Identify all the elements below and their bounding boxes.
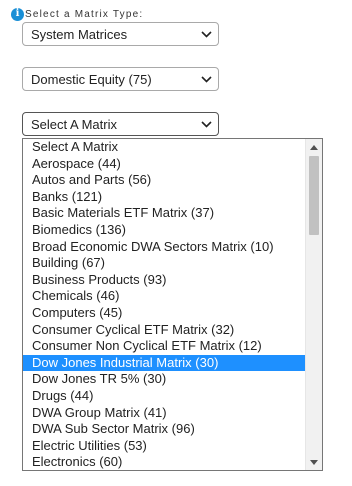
- matrix-option[interactable]: Consumer Non Cyclical ETF Matrix (12): [23, 338, 305, 355]
- matrix-select[interactable]: Select A Matrix: [22, 112, 219, 136]
- matrix-option[interactable]: Banks (121): [23, 189, 305, 206]
- matrix-category-value: Domestic Equity (75): [31, 71, 152, 87]
- matrix-category-select[interactable]: Domestic Equity (75): [22, 67, 219, 91]
- matrix-option[interactable]: Biomedics (136): [23, 222, 305, 239]
- matrix-type-select[interactable]: System Matrices: [22, 22, 219, 46]
- scroll-up-arrow-icon[interactable]: [306, 139, 322, 155]
- matrix-option[interactable]: Chemicals (46): [23, 288, 305, 305]
- matrix-option[interactable]: DWA Sub Sector Matrix (96): [23, 421, 305, 438]
- matrix-type-value: System Matrices: [31, 26, 128, 42]
- matrix-option[interactable]: Business Products (93): [23, 272, 305, 289]
- info-icon[interactable]: i: [11, 7, 24, 21]
- scroll-down-arrow-icon[interactable]: [306, 454, 322, 470]
- matrix-dropdown-list[interactable]: Select A Matrix Aerospace (44) Autos and P…: [22, 138, 323, 471]
- matrix-type-label: Select a Matrix Type:: [25, 8, 144, 20]
- matrix-option[interactable]: Aerospace (44): [23, 156, 305, 173]
- scrollbar[interactable]: [305, 139, 322, 470]
- matrix-option[interactable]: Broad Economic DWA Sectors Matrix (10): [23, 239, 305, 256]
- chevron-down-icon: [201, 75, 212, 83]
- chevron-down-icon: [201, 120, 212, 128]
- matrix-option[interactable]: Select A Matrix: [23, 139, 305, 156]
- matrix-option[interactable]: Consumer Cyclical ETF Matrix (32): [23, 322, 305, 339]
- matrix-options: Select A Matrix Aerospace (44) Autos and P…: [23, 139, 305, 470]
- matrix-option[interactable]: Dow Jones Industrial Matrix (30): [23, 354, 305, 372]
- matrix-selector-panel: i Select a Matrix Type: System Matrices …: [0, 0, 352, 486]
- scrollbar-thumb[interactable]: [309, 156, 319, 235]
- matrix-option[interactable]: Electric Utilities (53): [23, 438, 305, 455]
- matrix-option[interactable]: Basic Materials ETF Matrix (37): [23, 205, 305, 222]
- matrix-option[interactable]: Computers (45): [23, 305, 305, 322]
- matrix-select-value: Select A Matrix: [31, 116, 117, 132]
- matrix-option[interactable]: Dow Jones TR 5% (30): [23, 371, 305, 388]
- matrix-option[interactable]: Building (67): [23, 255, 305, 272]
- matrix-option[interactable]: Autos and Parts (56): [23, 172, 305, 189]
- matrix-option[interactable]: Electronics (60): [23, 454, 305, 470]
- matrix-type-header: i Select a Matrix Type:: [11, 7, 143, 21]
- matrix-option[interactable]: Drugs (44): [23, 388, 305, 405]
- chevron-down-icon: [201, 30, 212, 38]
- matrix-option[interactable]: DWA Group Matrix (41): [23, 405, 305, 422]
